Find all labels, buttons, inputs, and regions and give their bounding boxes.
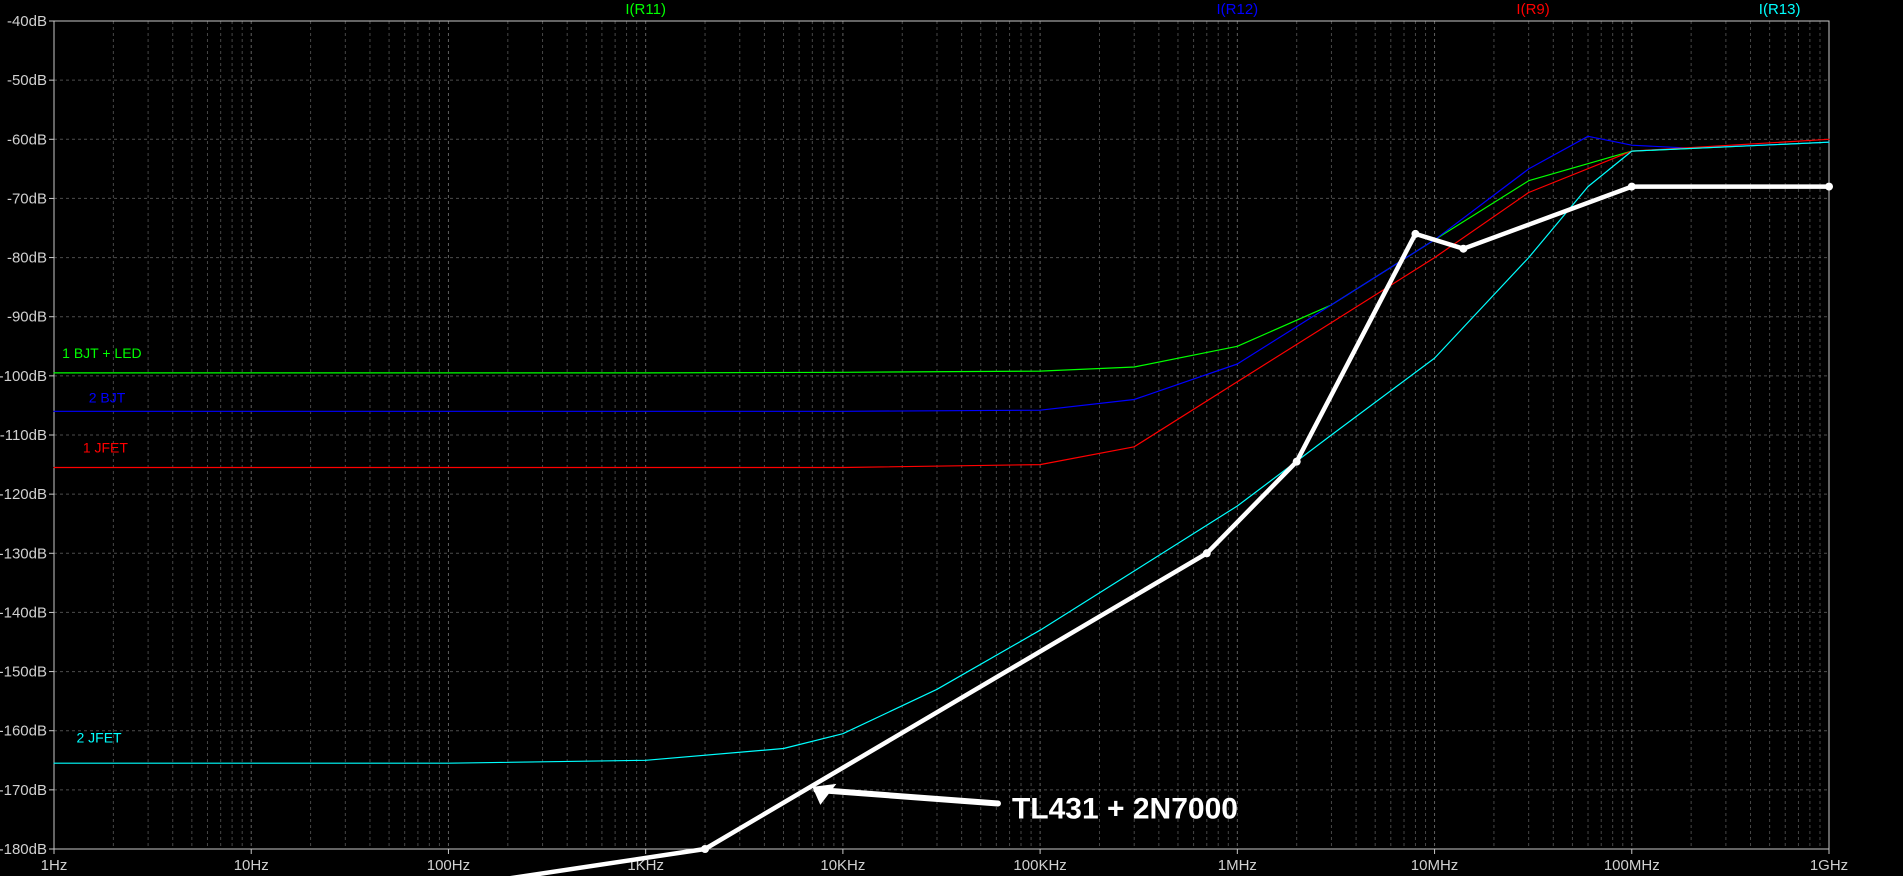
series-point <box>1292 457 1301 466</box>
trace-header-label: I(R12) <box>1216 1 1258 18</box>
trace-header-label: I(R13) <box>1759 1 1801 18</box>
plot-background <box>0 0 1903 876</box>
x-tick-label: 1GHz <box>1810 857 1848 874</box>
y-tick-label: -120dB <box>0 486 47 503</box>
series-point <box>1627 182 1636 191</box>
series-label: 1 JFET <box>83 440 129 456</box>
x-tick-label: 100KHz <box>1013 857 1066 874</box>
series-label: 1 BJT + LED <box>62 345 142 361</box>
series-point <box>1825 182 1833 191</box>
series-point <box>1202 549 1211 558</box>
x-tick-label: 10MHz <box>1411 857 1459 874</box>
x-tick-label: 10KHz <box>820 857 865 874</box>
y-tick-label: -140dB <box>0 604 47 621</box>
x-tick-label: 100MHz <box>1604 857 1660 874</box>
trace-header-label: I(R11) <box>625 1 666 18</box>
series-point <box>701 845 710 853</box>
y-axis-tick-labels: -40dB -50dB -60dB -70dB -80dB -90dB -100dB -110… <box>0 13 54 858</box>
y-tick-label: -170dB <box>0 782 47 799</box>
y-tick-label: -70dB <box>7 190 47 207</box>
y-tick-label: -80dB <box>7 250 47 267</box>
y-tick-label: -50dB <box>7 72 47 89</box>
x-tick-label: 10Hz <box>234 857 269 874</box>
y-tick-label: -40dB <box>7 13 47 30</box>
series-point <box>1411 229 1420 238</box>
y-tick-label: -180dB <box>0 841 47 858</box>
y-tick-label: -110dB <box>0 427 47 444</box>
x-tick-label: 100Hz <box>427 857 470 874</box>
plot-area: -40dB -50dB -60dB -70dB -80dB -90dB -100dB -110… <box>0 0 1903 876</box>
series-label: 2 JFET <box>76 730 122 746</box>
series-point <box>1459 244 1468 253</box>
y-tick-label: -150dB <box>0 664 47 681</box>
y-tick-label: -160dB <box>0 723 47 740</box>
y-tick-label: -60dB <box>7 131 47 148</box>
y-tick-label: -130dB <box>0 545 47 562</box>
x-tick-label: 1Hz <box>41 857 68 874</box>
annotation-text: TL431 + 2N7000 <box>1012 792 1238 825</box>
x-tick-label: 1MHz <box>1218 857 1257 874</box>
trace-header-label: I(R9) <box>1516 1 1549 18</box>
series-label: 2 BJT <box>89 389 126 405</box>
y-tick-label: -100dB <box>0 368 47 385</box>
y-tick-label: -90dB <box>7 309 47 326</box>
